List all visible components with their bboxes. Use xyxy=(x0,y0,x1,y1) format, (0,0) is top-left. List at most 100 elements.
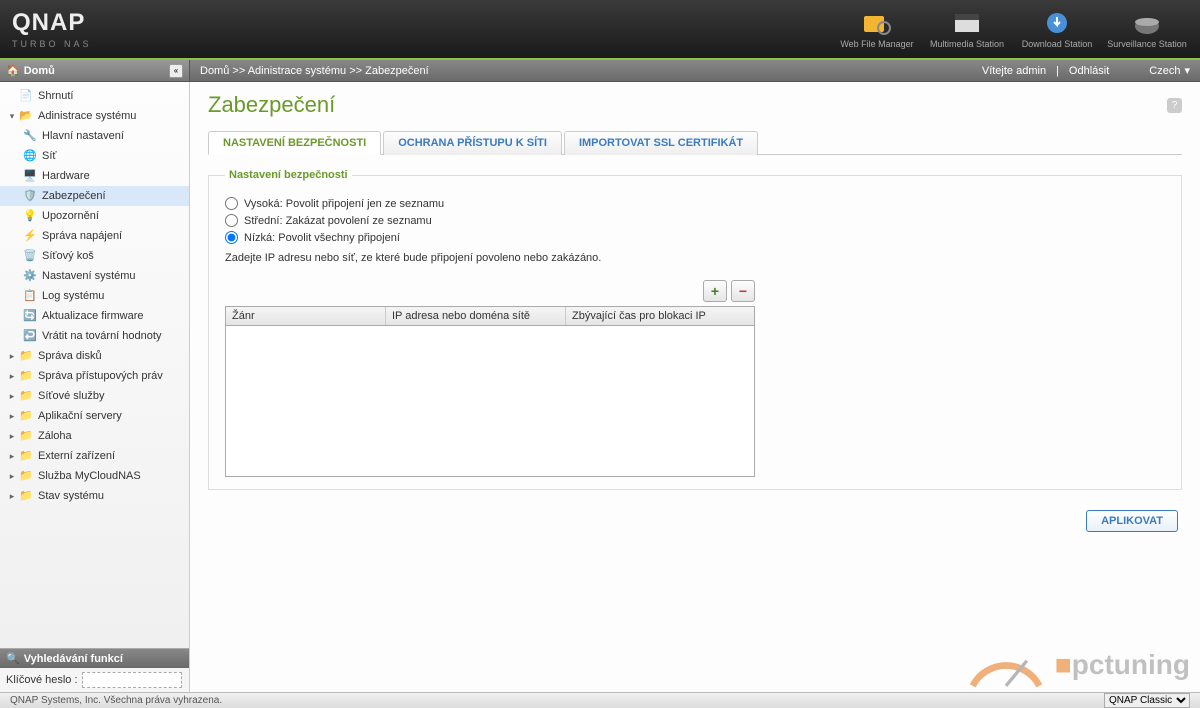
header-shortcuts: Web File Manager Multimedia Station Down… xyxy=(836,9,1188,49)
power-icon: ⚡ xyxy=(22,228,38,244)
search-input[interactable] xyxy=(82,672,182,688)
table-body-empty xyxy=(226,326,754,476)
folder-icon: 📁 xyxy=(18,488,34,504)
tree-item-disks[interactable]: ▸📁Správa disků xyxy=(0,346,189,366)
table-header-row: Žánr IP adresa nebo doména sítě Zbývajíc… xyxy=(226,307,754,326)
log-icon: 📋 xyxy=(22,288,38,304)
tree-item-status[interactable]: ▸📁Stav systému xyxy=(0,486,189,506)
language-label[interactable]: Czech xyxy=(1149,65,1180,77)
tree-item-reset[interactable]: ↩️Vrátit na tovární hodnoty xyxy=(0,326,189,346)
radio-medium[interactable]: Střední: Zakázat povolení ze seznamu xyxy=(225,214,1165,227)
tree-item-general[interactable]: 🔧Hlavní nastavení xyxy=(0,126,189,146)
breadcrumb-home[interactable]: Domů xyxy=(200,65,229,77)
shortcut-download[interactable]: Download Station xyxy=(1016,9,1098,49)
apply-row: APLIKOVAT xyxy=(208,510,1182,532)
breadcrumb-path: Domů >> Adinistrace systému >> Zabezpeče… xyxy=(200,65,429,77)
shortcut-label: Download Station xyxy=(1022,39,1093,49)
expand-icon[interactable]: ▸ xyxy=(6,408,18,424)
apply-button[interactable]: APLIKOVAT xyxy=(1086,510,1178,532)
tree-item-alerts[interactable]: 💡Upozornění xyxy=(0,206,189,226)
add-row-button[interactable]: + xyxy=(703,280,727,302)
nav-tree: 📄Shrnutí ▾📂Adinistrace systému 🔧Hlavní n… xyxy=(0,82,189,648)
radio-high[interactable]: Vysoká: Povolit připojení jen ze seznamu xyxy=(225,197,1165,210)
expand-icon[interactable]: ▸ xyxy=(6,488,18,504)
expand-icon[interactable]: ▸ xyxy=(6,428,18,444)
folder-icon: 📁 xyxy=(18,428,34,444)
tree-item-external[interactable]: ▸📁Externí zařízení xyxy=(0,446,189,466)
radio-high-label: Vysoká: Povolit připojení jen ze seznamu xyxy=(244,198,444,210)
tree-item-admin[interactable]: ▾📂Adinistrace systému xyxy=(0,106,189,126)
col-ip[interactable]: IP adresa nebo doména sítě xyxy=(386,307,566,325)
search-panel: 🔍 Vyhledávání funkcí Klíčové heslo : xyxy=(0,648,189,692)
collapse-sidebar-button[interactable]: « xyxy=(169,64,183,78)
radio-medium-input[interactable] xyxy=(225,214,238,227)
shortcut-multimedia[interactable]: Multimedia Station xyxy=(926,9,1008,49)
tree-item-recycle[interactable]: 🗑️Síťový koš xyxy=(0,246,189,266)
copyright-text: QNAP Systems, Inc. Všechna práva vyhraze… xyxy=(10,695,222,706)
tree-item-firmware[interactable]: 🔄Aktualizace firmware xyxy=(0,306,189,326)
content-area: Zabezpečení ? NASTAVENÍ BEZPEČNOSTI OCHR… xyxy=(190,82,1200,692)
tab-ssl-import[interactable]: IMPORTOVAT SSL CERTIFIKÁT xyxy=(564,131,758,155)
folder-icon: 📁 xyxy=(18,448,34,464)
tree-item-appservers[interactable]: ▸📁Aplikační servery xyxy=(0,406,189,426)
tree-item-summary[interactable]: 📄Shrnutí xyxy=(0,86,189,106)
logo-area: QNAP TURBO NAS xyxy=(12,9,92,49)
clapperboard-icon xyxy=(951,9,983,37)
tree-item-netservices[interactable]: ▸📁Síťové služby xyxy=(0,386,189,406)
security-fieldset: Nastavení bezpečnosti Vysoká: Povolit př… xyxy=(208,169,1182,490)
trash-icon: 🗑️ xyxy=(22,248,38,264)
expand-icon[interactable]: ▸ xyxy=(6,468,18,484)
tree-item-access[interactable]: ▸📁Správa přístupových práv xyxy=(0,366,189,386)
subheader-bar: 🏠 Domů « Domů >> Adinistrace systému >> … xyxy=(0,60,1200,82)
help-icon[interactable]: ? xyxy=(1167,98,1182,113)
expand-icon[interactable]: ▸ xyxy=(6,348,18,364)
radio-low-input[interactable] xyxy=(225,231,238,244)
folder-open-icon: 📂 xyxy=(18,108,34,124)
col-genre[interactable]: Žánr xyxy=(226,307,386,325)
shortcut-surveillance[interactable]: Surveillance Station xyxy=(1106,9,1188,49)
sidebar: 📄Shrnutí ▾📂Adinistrace systému 🔧Hlavní n… xyxy=(0,82,190,692)
main-layout: 📄Shrnutí ▾📂Adinistrace systému 🔧Hlavní n… xyxy=(0,82,1200,692)
footer-bar: QNAP Systems, Inc. Všechna práva vyhraze… xyxy=(0,692,1200,708)
page-title-row: Zabezpečení ? xyxy=(208,92,1182,118)
collapse-icon[interactable]: ▾ xyxy=(6,108,18,124)
reset-icon: ↩️ xyxy=(22,328,38,344)
tree-item-hardware[interactable]: 🖥️Hardware xyxy=(0,166,189,186)
col-remaining[interactable]: Zbývající čas pro blokaci IP xyxy=(566,307,754,325)
tree-item-power[interactable]: ⚡Správa napájení xyxy=(0,226,189,246)
tree-item-backup[interactable]: ▸📁Záloha xyxy=(0,426,189,446)
folder-icon: 📁 xyxy=(18,408,34,424)
hint-text: Zadejte IP adresu nebo síť, ze které bud… xyxy=(225,252,1165,264)
breadcrumb-security[interactable]: Zabezpečení xyxy=(365,65,429,77)
tree-item-mycloud[interactable]: ▸📁Služba MyCloudNAS xyxy=(0,466,189,486)
breadcrumb-admin[interactable]: Adinistrace systému xyxy=(248,65,346,77)
search-body: Klíčové heslo : xyxy=(0,668,189,692)
tab-security-settings[interactable]: NASTAVENÍ BEZPEČNOSTI xyxy=(208,131,381,155)
tree-item-security[interactable]: 🛡️Zabezpečení xyxy=(0,186,189,206)
folder-magnify-icon xyxy=(861,9,893,37)
radio-medium-label: Střední: Zakázat povolení ze seznamu xyxy=(244,215,432,227)
network-icon: 🌐 xyxy=(22,148,38,164)
breadcrumb: Domů >> Adinistrace systému >> Zabezpeče… xyxy=(190,64,1200,77)
theme-select[interactable]: QNAP Classic xyxy=(1104,693,1190,708)
remove-row-button[interactable]: − xyxy=(731,280,755,302)
fieldset-legend: Nastavení bezpečnosti xyxy=(225,169,352,181)
shortcut-label: Web File Manager xyxy=(840,39,913,49)
radio-high-input[interactable] xyxy=(225,197,238,210)
camera-dome-icon xyxy=(1131,9,1163,37)
dropdown-icon[interactable]: ▾ xyxy=(1184,64,1190,77)
tree-item-network[interactable]: 🌐Síť xyxy=(0,146,189,166)
welcome-text: Vítejte admin xyxy=(982,65,1046,77)
expand-icon[interactable]: ▸ xyxy=(6,368,18,384)
logout-link[interactable]: Odhlásit xyxy=(1069,65,1109,77)
radio-low[interactable]: Nízká: Povolit všechny připojení xyxy=(225,231,1165,244)
shortcut-label: Multimedia Station xyxy=(930,39,1004,49)
expand-icon[interactable]: ▸ xyxy=(6,388,18,404)
summary-icon: 📄 xyxy=(18,88,34,104)
shortcut-web-file-manager[interactable]: Web File Manager xyxy=(836,9,918,49)
tree-item-log[interactable]: 📋Log systému xyxy=(0,286,189,306)
tab-network-protection[interactable]: OCHRANA PŘÍSTUPU K SÍTI xyxy=(383,131,562,155)
tree-item-system[interactable]: ⚙️Nastavení systému xyxy=(0,266,189,286)
home-icon: 🏠 xyxy=(6,64,20,77)
expand-icon[interactable]: ▸ xyxy=(6,448,18,464)
